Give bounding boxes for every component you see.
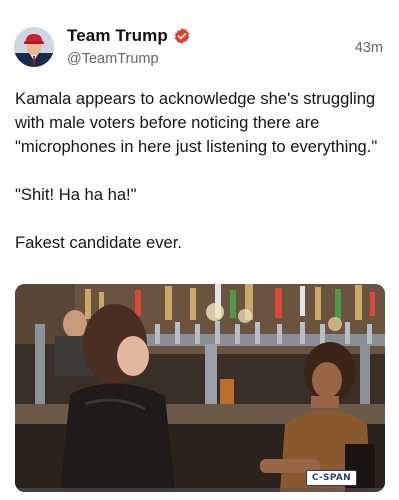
- video-thumbnail[interactable]: C-SPAN: [15, 284, 385, 492]
- post-paragraph: "Shit! Ha ha ha!": [15, 185, 137, 204]
- video-frame-image: [15, 284, 385, 492]
- cspan-watermark: C-SPAN: [305, 470, 357, 486]
- author-handle[interactable]: @TeamTrump: [67, 51, 159, 67]
- verified-badge-icon: [173, 27, 191, 45]
- avatar[interactable]: [14, 27, 54, 67]
- post: Team Trump @TeamTrump 43m Kamala appears…: [0, 0, 399, 500]
- post-paragraph: Fakest candidate ever.: [15, 233, 182, 252]
- post-timestamp[interactable]: 43m: [355, 40, 383, 56]
- author-display-name[interactable]: Team Trump: [67, 26, 168, 46]
- avatar-image: [14, 27, 54, 67]
- post-body: Kamala appears to acknowledge she's stru…: [15, 87, 387, 279]
- author-name-row[interactable]: Team Trump: [67, 24, 191, 48]
- post-paragraph: Kamala appears to acknowledge she's stru…: [15, 89, 378, 156]
